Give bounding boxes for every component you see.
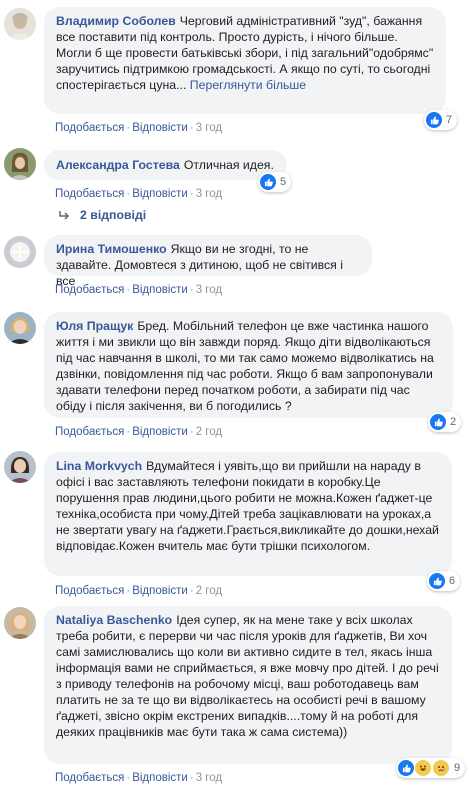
like-link[interactable]: Подобається [55, 426, 124, 438]
comment-actions: Подобається · Відповісти · 3 год [55, 122, 223, 134]
comment-bubble: Nataliya Baschenko Ідея супер, як на мене… [44, 606, 452, 764]
like-link[interactable]: Подобається [55, 284, 124, 296]
comment-bubble: Юля Пращук Бред. Мобільний телефон це вже… [44, 312, 453, 418]
comment-actions: Подобається · Відповісти · 2 год [55, 426, 223, 438]
comment-actions: Подобається · Відповісти · 3 год [55, 772, 223, 784]
like-link[interactable]: Подобається [55, 585, 124, 597]
see-more-link[interactable]: Переглянути більше [190, 78, 306, 92]
like-icon [429, 573, 445, 589]
avatar[interactable] [4, 451, 36, 483]
reply-link[interactable]: Відповісти [132, 772, 188, 784]
comment-author[interactable]: Lina Morkvych [56, 459, 142, 473]
timestamp[interactable]: 3 год [196, 122, 222, 134]
comment-bubble: Александра Гостева Отличная идея. [44, 150, 287, 180]
comment-author[interactable]: Ирина Тимошенко [56, 242, 167, 256]
timestamp[interactable]: 3 год [196, 188, 222, 200]
like-icon [260, 174, 276, 190]
like-icon [426, 112, 442, 128]
reaction-count[interactable]: 6 [427, 571, 461, 591]
comment-actions: Подобається · Відповісти · 3 год [55, 188, 223, 200]
timestamp[interactable]: 2 год [196, 426, 222, 438]
comment-bubble: Ирина Тимошенко Якщо ви не згодні, то не … [44, 235, 372, 288]
timestamp[interactable]: 2 год [196, 585, 222, 597]
sad-icon [432, 759, 450, 777]
reply-link[interactable]: Відповісти [132, 188, 188, 200]
reaction-count[interactable]: 5 [258, 172, 292, 192]
avatar[interactable] [4, 312, 36, 344]
reply-arrow-icon [59, 211, 70, 220]
comment-text: Отличная идея. [183, 158, 274, 172]
comment-bubble: Lina Morkvych Вдумайтеся і уявіть,що ви п… [44, 452, 452, 576]
timestamp[interactable]: 3 год [196, 772, 222, 784]
comment-text: Бред. Мобільний телефон це вже частинка … [56, 319, 434, 413]
reply-link[interactable]: Відповісти [132, 585, 188, 597]
reply-link[interactable]: Відповісти [132, 284, 188, 296]
like-link[interactable]: Подобається [55, 772, 124, 784]
reaction-count[interactable]: 7 [424, 110, 458, 130]
comment-author[interactable]: Юля Пращук [56, 319, 133, 333]
view-replies-link[interactable]: 2 відповіді [58, 208, 146, 222]
avatar[interactable] [4, 607, 36, 639]
like-link[interactable]: Подобається [55, 188, 124, 200]
comment-author[interactable]: Владимир Соболев [56, 14, 176, 28]
like-icon [398, 760, 414, 776]
reaction-count[interactable]: 9 [396, 758, 466, 778]
timestamp[interactable]: 3 год [196, 284, 222, 296]
like-link[interactable]: Подобається [55, 122, 124, 134]
laugh-icon [414, 759, 432, 777]
comment-author[interactable]: Nataliya Baschenko [56, 613, 172, 627]
comment-text: Вдумайтеся і уявіть,що ви прийшли на нар… [56, 459, 439, 553]
comment-bubble: Владимир Соболев Черговий адміністративни… [44, 7, 446, 114]
comment-actions: Подобається · Відповісти · 2 год [55, 585, 223, 597]
like-icon [430, 414, 446, 430]
comment-author[interactable]: Александра Гостева [56, 158, 180, 172]
comment-actions: Подобається · Відповісти · 3 год [55, 284, 223, 296]
avatar[interactable] [4, 8, 36, 40]
reaction-count[interactable]: 2 [428, 412, 462, 432]
reply-link[interactable]: Відповісти [132, 426, 188, 438]
avatar[interactable] [4, 148, 36, 180]
avatar[interactable] [4, 236, 36, 268]
comment-text: Ідея супер, як на мене таке у всіх школа… [56, 613, 439, 739]
reply-link[interactable]: Відповісти [132, 122, 188, 134]
